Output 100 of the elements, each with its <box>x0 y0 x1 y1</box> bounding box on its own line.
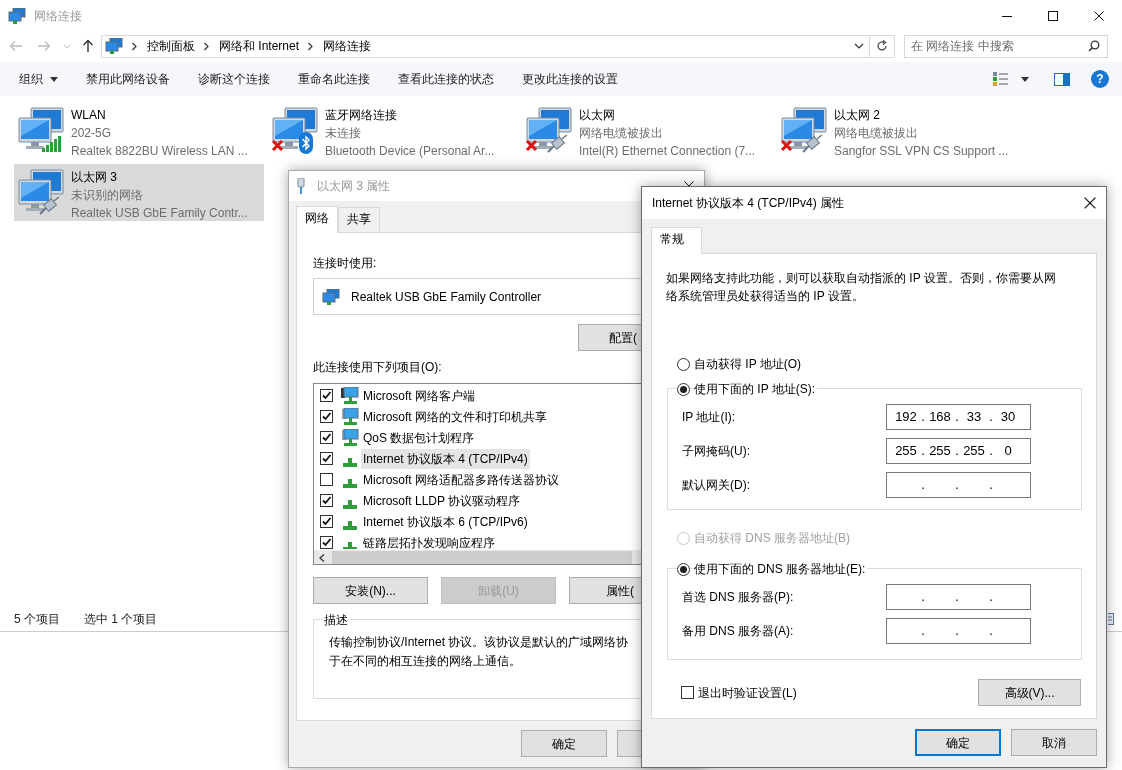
service-icon <box>341 408 359 425</box>
up-arrow-icon[interactable] <box>82 39 94 53</box>
adapter-icon <box>322 288 340 305</box>
ip-address-field[interactable]: . . . <box>886 584 1031 610</box>
octet-text: 192 <box>894 408 918 427</box>
details-view-icon[interactable] <box>1108 613 1114 625</box>
ip-address-field[interactable]: . . . <box>886 618 1031 644</box>
refresh-icon[interactable] <box>876 40 888 52</box>
list-item[interactable]: QoS 数据包计划程序 <box>361 427 477 448</box>
dialog-title: 以太网 3 属性 <box>317 178 391 195</box>
configure-button[interactable]: 配置( <box>578 324 641 351</box>
caret-icon[interactable] <box>50 77 58 83</box>
monitor-icon <box>17 168 65 212</box>
scrollbar-thumb[interactable] <box>332 550 632 564</box>
dialog-button[interactable]: 安装(N)... <box>313 577 428 604</box>
octet-text: 33 <box>965 408 983 427</box>
chevron-icon <box>131 41 138 51</box>
connection-item[interactable]: 以太网 3 未识别的网络 Realtek USB GbE Family Contr... <box>14 164 264 221</box>
separator-text: . <box>988 442 994 461</box>
intro-text: 如果网络支持此功能，则可以获取自动指派的 IP 设置。否则，你需要从网络系统管理员处获得适当的 IP 设置。 <box>666 270 1057 305</box>
connection-item[interactable]: 以太网 2 网络电缆被拔出 Sangfor SSL VPN CS Support ... <box>777 102 1027 159</box>
close-icon[interactable] <box>1094 11 1104 21</box>
separator-text: . <box>988 476 994 495</box>
octet-text: 255 <box>962 442 986 461</box>
connection-item[interactable]: 蓝牙网络连接 未连接 Bluetooth Device (Personal Ar... <box>268 102 518 159</box>
minimize-icon[interactable] <box>1002 15 1012 17</box>
selection-count: 选中 1 个项目 <box>84 611 158 628</box>
list-item[interactable]: Internet 协议版本 4 (TCP/IPv4) <box>361 448 530 469</box>
client-icon <box>341 387 359 404</box>
checkbox[interactable] <box>320 494 333 507</box>
dialog-button[interactable] <box>617 730 643 757</box>
breadcrumb[interactable]: 网络和 Internet <box>219 37 300 55</box>
toolbar-button[interactable]: 查看此连接的状态 <box>384 62 508 96</box>
organize-menu[interactable]: 组织 <box>5 62 72 96</box>
maximize-icon[interactable] <box>1048 11 1058 21</box>
toolbar-button[interactable]: 诊断这个连接 <box>184 62 284 96</box>
separator-text: . <box>954 588 960 607</box>
toolbar-button[interactable]: 更改此连接的设置 <box>508 62 632 96</box>
ok-button[interactable]: 确定 <box>915 729 1001 756</box>
radio-button[interactable] <box>677 357 690 371</box>
chevron-icon <box>307 41 315 51</box>
monitor-icon <box>525 106 573 150</box>
dialog-button[interactable]: 属性( <box>569 577 641 604</box>
list-item[interactable]: 链路层拓扑发现响应程序 <box>361 532 497 549</box>
window-title: 网络连接 <box>34 8 82 25</box>
field-label: 连接时使用: <box>313 255 378 272</box>
app-icon <box>8 8 26 24</box>
toolbar-button[interactable]: 重命名此连接 <box>284 62 384 96</box>
tab[interactable]: 网络 <box>296 206 338 233</box>
breadcrumb[interactable]: 控制面板 <box>147 37 195 55</box>
checkbox[interactable] <box>320 452 333 465</box>
scroll-left-icon[interactable] <box>319 553 325 562</box>
octet-text: 30 <box>999 408 1017 427</box>
ip-address-field[interactable]: 192 . 168 . 33 . 30 <box>886 404 1031 430</box>
list-item[interactable]: Microsoft 网络客户端 <box>361 385 477 406</box>
list-item[interactable]: Internet 协议版本 6 (TCP/IPv6) <box>361 511 530 532</box>
toolbar-button[interactable]: 禁用此网络设备 <box>72 62 184 96</box>
checkbox[interactable] <box>320 410 333 423</box>
radio-button[interactable] <box>677 562 690 576</box>
checkbox[interactable] <box>320 473 333 486</box>
list-item[interactable]: Microsoft 网络的文件和打印机共享 <box>361 406 549 427</box>
separator-text: . <box>920 622 926 641</box>
connection-status: 未识别的网络 <box>71 187 144 204</box>
dropdown-icon[interactable] <box>854 43 864 49</box>
ip-address-field[interactable]: . . . <box>886 472 1031 498</box>
search-icon[interactable] <box>1088 40 1100 52</box>
protocol-icon <box>343 542 357 549</box>
help-button[interactable]: ? <box>1091 70 1109 88</box>
radio-label[interactable]: 自动获得 IP 地址(O) <box>694 355 804 373</box>
list-item[interactable]: Microsoft 网络适配器多路传送器协议 <box>361 469 561 490</box>
separator-text: . <box>920 408 926 427</box>
advanced-button[interactable]: 高级(V)... <box>978 679 1081 706</box>
checkbox[interactable] <box>320 515 333 528</box>
bluetooth-icon <box>299 132 313 154</box>
separator-text: . <box>954 442 960 461</box>
radio-label[interactable]: 使用下面的 IP 地址(S): <box>694 380 818 398</box>
view-icon[interactable] <box>993 72 1009 86</box>
address-bar[interactable]: 控制面板 网络和 Internet 网络连接 <box>101 34 870 58</box>
close-icon[interactable] <box>1084 197 1096 209</box>
preview-pane-icon[interactable] <box>1054 72 1070 86</box>
connection-item[interactable]: 以太网 网络电缆被拔出 Intel(R) Ethernet Connection (7... <box>522 102 772 159</box>
caret-icon[interactable] <box>1021 76 1029 82</box>
breadcrumb[interactable]: 网络连接 <box>323 37 372 55</box>
radio-label[interactable]: 使用下面的 DNS 服务器地址(E): <box>694 560 868 578</box>
radio-button[interactable] <box>677 382 690 396</box>
connection-name: 以太网 <box>579 107 616 124</box>
connection-name: 以太网 3 <box>71 169 118 186</box>
checkbox-label[interactable]: 退出时验证设置(L) <box>698 683 797 702</box>
ok-button[interactable]: 确定 <box>521 730 607 757</box>
cancel-button[interactable]: 取消 <box>1011 729 1097 756</box>
checkbox[interactable] <box>681 686 694 699</box>
checkbox[interactable] <box>320 431 333 444</box>
ip-address-field[interactable]: 255 . 255 . 255 . 0 <box>886 438 1031 464</box>
tab[interactable]: 共享 <box>338 207 380 232</box>
checkbox[interactable] <box>320 389 333 402</box>
connection-item[interactable]: WLAN 202-5G Realtek 8822BU Wireless LAN ... <box>14 102 264 159</box>
tab[interactable]: 常规 <box>651 227 702 254</box>
checkbox[interactable] <box>320 536 333 549</box>
search-field[interactable]: 在 网络连接 中搜索 <box>904 34 1108 58</box>
list-item[interactable]: Microsoft LLDP 协议驱动程序 <box>361 490 523 511</box>
